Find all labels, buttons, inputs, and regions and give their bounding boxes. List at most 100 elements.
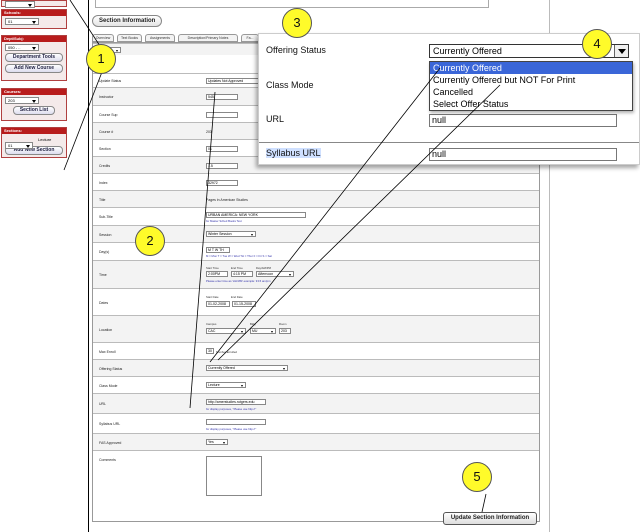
start-date-caption: Start Date — [206, 295, 219, 299]
offering-status-select[interactable]: Currently Offered — [206, 365, 288, 371]
zoom-class-mode-label: Class Mode — [266, 80, 314, 90]
dept-header: Dept/Subj: — [2, 36, 66, 42]
tab-text-books[interactable]: Text Books — [117, 34, 142, 42]
callout-5: 5 — [462, 462, 492, 492]
section-list-button[interactable]: Section List — [13, 106, 55, 115]
schools-header: Schools: — [2, 10, 66, 16]
credits-input[interactable]: 1.5 — [206, 163, 238, 169]
zoom-row-url: URL null — [259, 110, 639, 140]
schools-panel: Schools: 01 — [1, 9, 67, 29]
session-select[interactable]: Winter Session — [206, 231, 256, 237]
callout-4: 4 — [582, 29, 612, 59]
zoom-url-input[interactable]: null — [429, 114, 617, 127]
campus-caption: Campus — [206, 322, 217, 326]
form-row-title: Title Pages in American Studies — [93, 190, 539, 207]
courses-select[interactable]: 203 — [5, 97, 39, 104]
time-start-input[interactable]: 2:00PM — [206, 271, 228, 277]
tab-fa[interactable]: Fa... — [241, 34, 259, 42]
field-label: Credits — [99, 164, 111, 168]
field-label: Sub-Title — [99, 215, 113, 219]
end-date-input[interactable]: 01-15-2008 — [232, 301, 256, 307]
field-label: Time — [99, 273, 107, 277]
left-sidebar: Schools: 01 Dept/Subj: 050 - .. Departme… — [0, 0, 68, 532]
field-label: Comments — [99, 458, 116, 462]
zoom-callout: Offering Status Currently Offered Class … — [258, 33, 640, 165]
field-label: Course Sup — [99, 113, 118, 117]
section-information-tab[interactable]: Section Information — [92, 15, 163, 27]
max-enroll-input[interactable]: 30 — [206, 348, 214, 354]
time-ampm-caption: Day/AM/PM — [256, 266, 271, 270]
tab-description[interactable]: Description/Primary Notes — [178, 34, 238, 42]
field-label: Course # — [99, 130, 114, 134]
dept-select[interactable]: 050 - .. — [5, 44, 39, 51]
class-mode-select[interactable]: Lecture — [206, 382, 246, 388]
start-date-input[interactable]: 01-02-2008 — [206, 301, 230, 307]
chevron-down-icon[interactable] — [614, 45, 628, 57]
fas-approved-select[interactable]: Yes — [206, 439, 228, 445]
course-sup-input[interactable] — [206, 112, 238, 118]
section-input[interactable]: 01 — [206, 146, 238, 152]
field-label: Title — [99, 198, 106, 202]
index-input[interactable]: 32972 — [206, 180, 238, 186]
dropdown-option-currently-offered[interactable]: Currently Offered — [430, 62, 632, 74]
field-label: Update Status — [99, 79, 122, 83]
dropdown-option-currently-offered-not-print[interactable]: Currently Offered but NOT For Print — [430, 74, 632, 86]
top-box — [95, 0, 489, 8]
field-label: Section — [99, 147, 111, 151]
sub-title-input[interactable]: URBAN AMERICA: NEW YORK — [206, 212, 306, 218]
form-row-index: Index 32972 — [93, 173, 539, 190]
courses-header: Courses: — [2, 89, 66, 95]
sections-suffix: Lecture — [38, 137, 52, 142]
bldg-select[interactable]: MU — [250, 328, 276, 334]
days-input[interactable]: M T W TH — [206, 247, 230, 253]
title-value: Pages in American Studies — [206, 198, 248, 202]
field-label: Session — [99, 233, 112, 237]
field-label: Instructor — [99, 95, 114, 99]
zoom-url-label: URL — [266, 114, 285, 124]
days-hint: M = Mon T = Tue W = Wed TH = Thur F = Fr… — [206, 254, 272, 258]
dropdown-option-select-offer-status[interactable]: Select Offer Status — [430, 98, 632, 110]
sub-title-hint: for Master Sched Books Text — [206, 219, 242, 223]
sections-panel: Sections: 01 Lecture Add New Section — [1, 127, 67, 158]
time-end-input[interactable]: 4:15 PM — [231, 271, 253, 277]
courses-panel: Courses: 203 Section List — [1, 88, 67, 121]
zoom-offering-status-label: Offering Status — [266, 45, 326, 55]
tab-assignments[interactable]: Assignments — [145, 34, 175, 42]
instructor-input[interactable]: 545 — [206, 94, 238, 100]
field-label: Index — [99, 181, 108, 185]
form-row-location: Location Campus Bldg Room CAC MU 203 — [93, 315, 539, 342]
dropdown-option-cancelled[interactable]: Cancelled — [430, 86, 632, 98]
form-row-time: Time Start Time End Time Day/AM/PM 2:00P… — [93, 260, 539, 288]
form-row-class-mode: Class Mode Lecture — [93, 376, 539, 393]
sections-select[interactable]: 01 — [5, 142, 33, 149]
time-ampm-select[interactable]: Afternoon — [256, 271, 294, 277]
update-section-information-button[interactable]: Update Section Information — [443, 512, 537, 525]
top-select[interactable] — [5, 1, 35, 8]
zoom-syllabus-url-input[interactable]: null — [429, 148, 617, 161]
field-label: Max Enroll — [99, 350, 116, 354]
room-caption: Room — [279, 322, 287, 326]
sidebar-top-panel — [1, 0, 67, 8]
comments-textarea[interactable] — [206, 456, 262, 496]
campus-select[interactable]: CAC — [206, 328, 246, 334]
field-label: Location — [99, 328, 113, 332]
syllabus-url-input[interactable] — [206, 419, 266, 425]
form-row-fas-approved: FAS Approved Yes — [93, 433, 539, 450]
bldg-caption: Bldg — [250, 322, 256, 326]
time-start-caption: Start Time — [206, 266, 219, 270]
department-tools-button[interactable]: Department Tools — [5, 53, 63, 62]
add-new-course-button[interactable]: Add New Course — [5, 64, 63, 73]
field-label: FAS Approved — [99, 441, 122, 445]
room-input[interactable]: 203 — [279, 328, 291, 334]
callout-1: 1 — [86, 44, 116, 74]
form-row-max-enroll: Max Enroll 30 Number Enrolled — [93, 342, 539, 359]
form-row-offering-status: Offering Status Currently Offered — [93, 359, 539, 376]
field-label: Syllabus URL — [99, 422, 121, 426]
field-label: Offering Status — [99, 367, 123, 371]
url-input[interactable]: http://amerstudies.rutgers.edu — [206, 399, 266, 405]
time-end-caption: End Time — [231, 266, 243, 270]
callout-3: 3 — [282, 8, 312, 38]
schools-select[interactable]: 01 — [5, 18, 39, 25]
tab-overview[interactable]: Overview — [92, 34, 114, 42]
form-row-syllabus-url: Syllabus URL for display purposes, "Plea… — [93, 413, 539, 433]
